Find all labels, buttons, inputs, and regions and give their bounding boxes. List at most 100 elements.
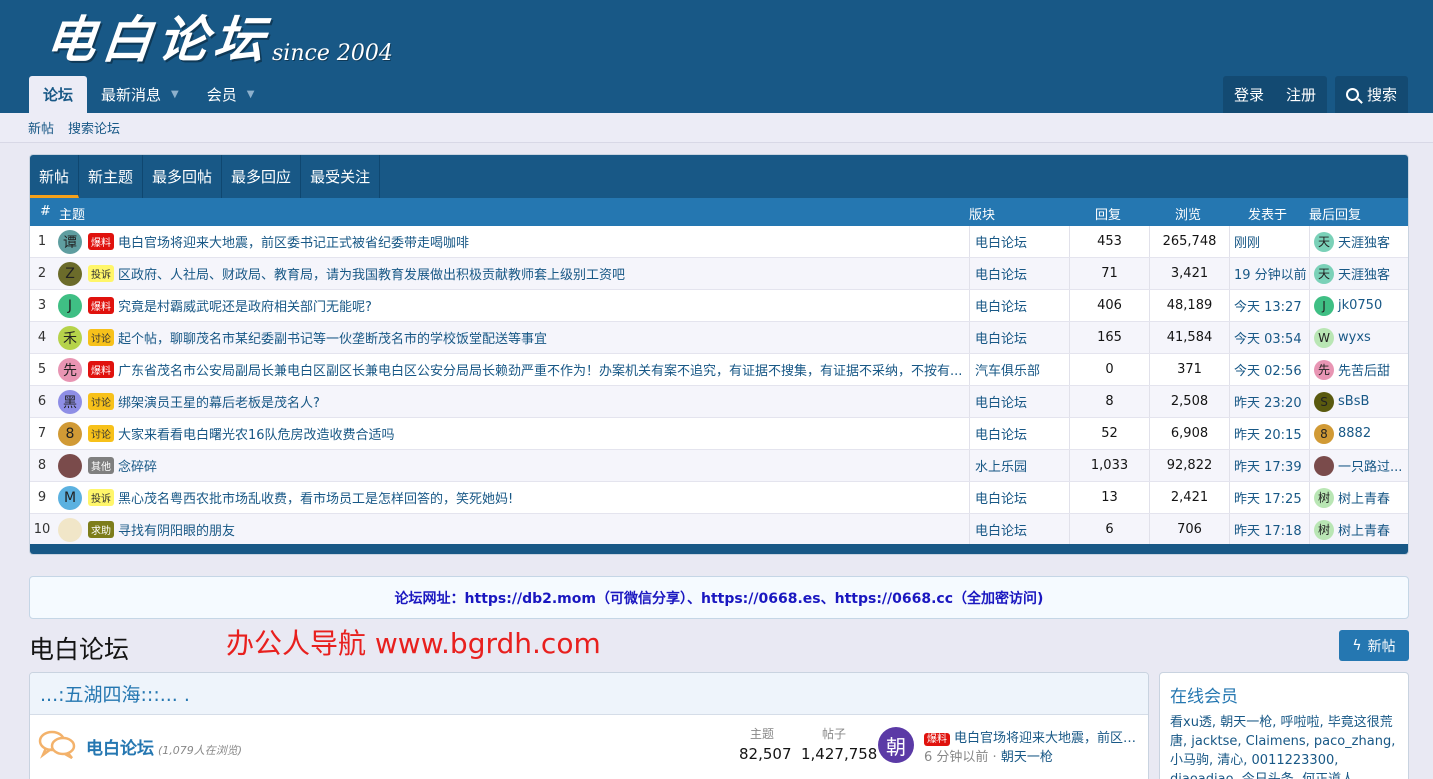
nav-tab-members[interactable]: 会员 ▼ — [193, 76, 269, 113]
table-row[interactable]: 3 J 爆料 究竟是村霸威武呢还是政府相关部门无能呢? 电白论坛 406 48,189 今天 … — [30, 290, 1408, 322]
row-time-link[interactable]: 今天 03:54 — [1229, 322, 1309, 353]
prefix-badge[interactable]: 求助 — [88, 521, 114, 538]
row-time-link[interactable]: 今天 13:27 — [1229, 290, 1309, 321]
new-post-button[interactable]: ϟ 新帖 — [1339, 630, 1409, 661]
row-last-poster[interactable]: 树树上青春 — [1309, 514, 1408, 545]
row-last-poster[interactable]: Jjk0750 — [1309, 290, 1408, 321]
table-row[interactable]: 5 先爆料 广东省茂名市公安局副局长兼电白区副区长兼电白区公安分局局长赖劲严重不作为… — [30, 354, 1408, 386]
row-last-poster[interactable]: 先先苦后甜 — [1309, 354, 1408, 385]
avatar[interactable] — [58, 517, 82, 542]
avatar[interactable]: M — [58, 485, 82, 510]
last-poster-name[interactable]: wyxs — [1338, 330, 1371, 345]
thread-title-link[interactable]: 大家来看看电白曙光农16队危房改造收费合适吗 — [118, 424, 395, 443]
prefix-badge[interactable]: 爆料 — [88, 233, 114, 250]
prefix-badge[interactable]: 爆料 — [88, 361, 114, 378]
row-time-link[interactable]: 昨天 20:15 — [1229, 418, 1309, 449]
row-last-poster[interactable]: 一只路过... — [1309, 450, 1408, 481]
prefix-badge[interactable]: 其他 — [88, 457, 114, 474]
row-last-poster[interactable]: SsBsB — [1309, 386, 1408, 417]
row-forum-link[interactable]: 电白论坛 — [969, 258, 1069, 289]
thread-title-link[interactable]: 绑架演员王星的幕后老板是茂名人? — [118, 392, 320, 411]
subnav-search-forums[interactable]: 搜索论坛 — [68, 118, 120, 137]
prefix-badge[interactable]: 讨论 — [88, 425, 114, 442]
avatar[interactable]: 树 — [1314, 487, 1334, 508]
last-poster-name[interactable]: 树上青春 — [1338, 488, 1390, 507]
row-forum-link[interactable]: 水上乐园 — [969, 450, 1069, 481]
avatar[interactable]: S — [1314, 391, 1334, 412]
row-time-link[interactable]: 昨天 17:25 — [1229, 482, 1309, 513]
tab-new-threads[interactable]: 新主题 — [79, 155, 144, 198]
avatar[interactable]: 天 — [1314, 231, 1334, 252]
row-time-link[interactable]: 昨天 17:39 — [1229, 450, 1309, 481]
avatar[interactable]: W — [1314, 327, 1334, 348]
last-poster-name[interactable]: jk0750 — [1338, 298, 1382, 313]
row-last-poster[interactable]: 8 8882 — [1309, 418, 1408, 449]
row-time-link[interactable]: 昨天 23:20 — [1229, 386, 1309, 417]
last-poster-name[interactable]: 一只路过... — [1338, 456, 1402, 475]
thread-title-link[interactable]: 念碎碎 — [118, 456, 157, 475]
tab-most-watched[interactable]: 最受关注 — [301, 155, 381, 198]
avatar[interactable]: 树 — [1314, 519, 1334, 540]
table-row[interactable]: 4 禾讨论 起个帖，聊聊茂名市某纪委副书记等一伙垄断茂名市的学校饭堂配送等事宜 电白论… — [30, 322, 1408, 354]
last-poster-name[interactable]: sBsB — [1338, 394, 1369, 409]
last-poster-name[interactable]: 天涯独客 — [1338, 232, 1390, 251]
table-row[interactable]: 7 8 讨论 大家来看看电白曙光农16队危房改造收费合适吗 电白论坛 52 6,908 昨天 … — [30, 418, 1408, 450]
forum-link[interactable]: 电白论坛 (1,079人在浏览) — [86, 734, 242, 759]
avatar[interactable]: 8 — [58, 421, 82, 446]
online-title[interactable]: 在线会员 — [1160, 673, 1408, 713]
row-time-link[interactable]: 19 分钟以前 — [1229, 258, 1309, 289]
search-button-inner[interactable]: 搜索 — [1335, 76, 1408, 113]
avatar[interactable]: 8 — [1314, 423, 1334, 444]
chevron-down-icon[interactable]: ▼ — [171, 89, 179, 100]
tab-new-posts[interactable]: 新帖 — [30, 155, 80, 198]
row-forum-link[interactable]: 电白论坛 — [969, 482, 1069, 513]
avatar[interactable]: Z — [58, 261, 82, 286]
avatar[interactable] — [58, 453, 82, 478]
online-members-list[interactable]: 看xu透, 朝天一枪, 呼啦啦, 毕竟这很荒唐, jacktse, Claime… — [1160, 713, 1408, 779]
nav-tab-forums[interactable]: 论坛 — [29, 76, 88, 113]
avatar[interactable] — [1314, 455, 1334, 476]
avatar[interactable]: 谭 — [58, 229, 82, 254]
last-post-user[interactable]: 朝天一枪 — [1001, 750, 1053, 765]
thread-title-link[interactable]: 起个帖，聊聊茂名市某纪委副书记等一伙垄断茂名市的学校饭堂配送等事宜 — [118, 328, 547, 347]
site-logo[interactable]: 电白论坛 since 2004 — [43, 4, 393, 70]
tab-most-replies[interactable]: 最多回帖 — [143, 155, 223, 198]
row-forum-link[interactable]: 汽车俱乐部 — [969, 354, 1069, 385]
table-row[interactable]: 2 Z 投诉 区政府、人社局、财政局、教育局，请为我国教育发展做出积极贡献教师套上级别… — [30, 258, 1408, 290]
table-row[interactable]: 1 谭爆料 电白官场将迎来大地震，前区委书记正式被省纪委带走喝咖啡 电白论坛 453 26… — [30, 226, 1408, 258]
avatar[interactable]: 先 — [58, 357, 82, 382]
row-forum-link[interactable]: 电白论坛 — [969, 226, 1069, 257]
avatar[interactable]: 先 — [1314, 359, 1334, 380]
avatar[interactable]: 禾 — [58, 325, 82, 350]
row-forum-link[interactable]: 电白论坛 — [969, 514, 1069, 545]
row-last-poster[interactable]: Wwyxs — [1309, 322, 1408, 353]
prefix-badge[interactable]: 爆料 — [88, 297, 114, 314]
thread-title-link[interactable]: 电白官场将迎来大地震，前区委书记正式被省纪委带走喝咖啡 — [118, 232, 469, 251]
thread-title-link[interactable]: 寻找有阴阳眼的朋友 — [118, 520, 235, 539]
row-forum-link[interactable]: 电白论坛 — [969, 418, 1069, 449]
last-poster-name[interactable]: 先苦后甜 — [1338, 360, 1390, 379]
prefix-badge[interactable]: 投诉 — [88, 265, 114, 282]
category-title[interactable]: ...:五湖四海:::... . — [30, 673, 1148, 715]
avatar[interactable]: J — [58, 293, 82, 318]
register-button[interactable]: 注册 — [1275, 76, 1327, 113]
last-poster-name[interactable]: 8882 — [1338, 426, 1371, 441]
nav-tab-whats-new[interactable]: 最新消息 ▼ — [87, 76, 193, 113]
row-forum-link[interactable]: 电白论坛 — [969, 386, 1069, 417]
tab-most-reactions[interactable]: 最多回应 — [222, 155, 302, 198]
login-button[interactable]: 登录 — [1223, 76, 1275, 113]
prefix-badge[interactable]: 投诉 — [88, 489, 114, 506]
search-button[interactable]: 搜索 — [1334, 76, 1408, 113]
table-row[interactable]: 10 求助 寻找有阴阳眼的朋友 电白论坛 6 706 昨天 17:18 树树上青春 — [30, 514, 1408, 546]
last-poster-name[interactable]: 树上青春 — [1338, 520, 1390, 539]
prefix-badge[interactable]: 讨论 — [88, 329, 114, 346]
row-time-link[interactable]: 今天 02:56 — [1229, 354, 1309, 385]
avatar[interactable]: 朝 — [878, 727, 914, 763]
table-row[interactable]: 9 M 投诉 黑心茂名粤西农批市场乱收费，看市场员工是怎样回答的，笑死她妈! 电白论坛 1… — [30, 482, 1408, 514]
table-row[interactable]: 8 其他 念碎碎 水上乐园 1,033 92,822 昨天 17:39 一只路过... — [30, 450, 1408, 482]
last-post-title[interactable]: 爆料电白官场将迎来大地震，前区委书记正式被省纪委带走喝咖啡 — [924, 727, 1144, 746]
table-row[interactable]: 6 黑讨论 绑架演员王星的幕后老板是茂名人? 电白论坛 8 2,508 昨天 23:20 Ss… — [30, 386, 1408, 418]
thread-title-link[interactable]: 区政府、人社局、财政局、教育局，请为我国教育发展做出积极贡献教师套上级别工资吧 — [118, 264, 625, 283]
thread-title-link[interactable]: 广东省茂名市公安局副局长兼电白区副区长兼电白区公安分局局长赖劲严重不作为！办案机… — [118, 360, 962, 379]
thread-title-link[interactable]: 黑心茂名粤西农批市场乱收费，看市场员工是怎样回答的，笑死她妈! — [118, 488, 513, 507]
